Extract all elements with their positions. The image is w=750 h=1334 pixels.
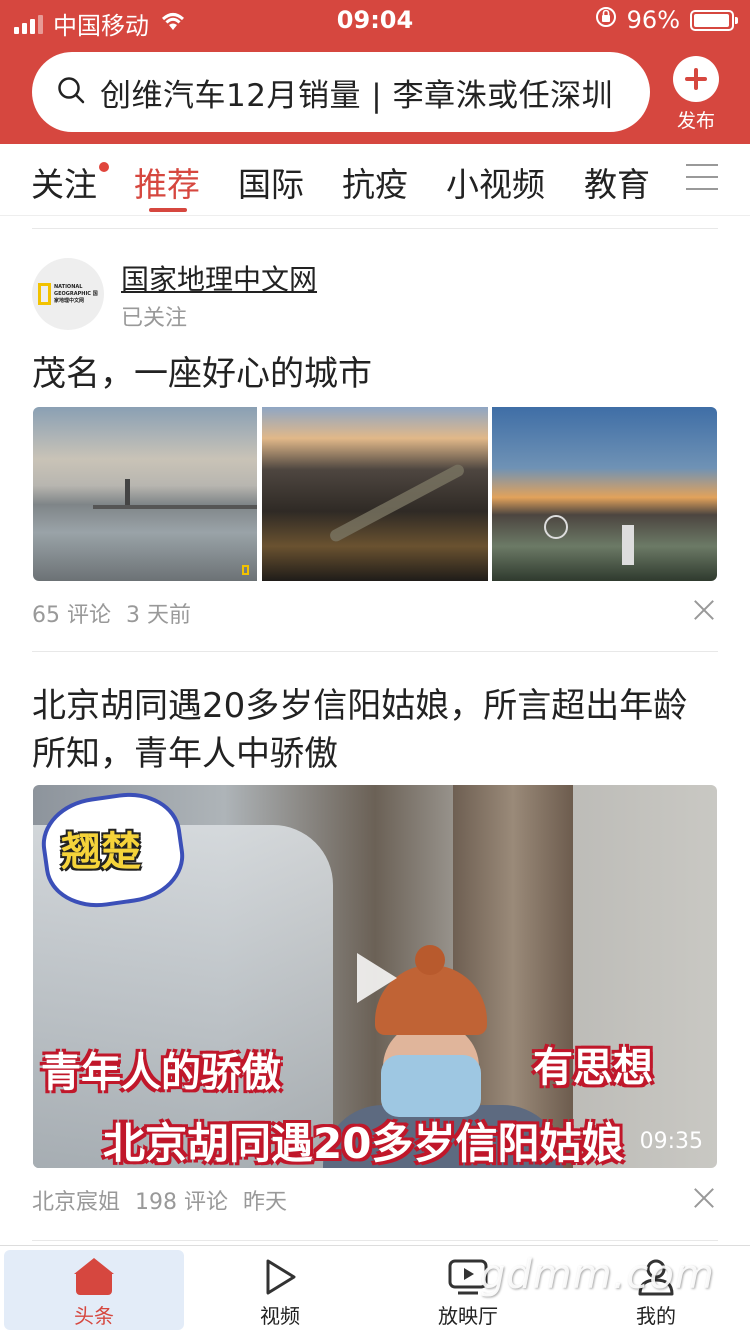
video-caption-bottom: 北京胡同遇20多岁信阳姑娘 <box>103 1119 624 1168</box>
nat-geo-watermark-icon <box>242 565 249 575</box>
tab-recommended[interactable]: 推荐 <box>134 158 200 206</box>
comment-count: 65 评论 <box>32 603 111 628</box>
image-detail <box>327 462 467 544</box>
article-title[interactable]: 茂名，一座好心的城市 <box>32 350 718 398</box>
rotation-lock-icon <box>595 6 617 34</box>
video-badge-text: 翘楚 <box>61 829 141 875</box>
video-thumbnail[interactable]: 翘楚 青年人的骄傲 有思想 北京胡同遇20多岁信阳姑娘 09:35 <box>33 785 717 1168</box>
follow-status[interactable]: 已关注 <box>121 300 187 332</box>
notification-dot <box>99 162 109 172</box>
image-detail <box>622 525 634 565</box>
tab-short-video[interactable]: 小视频 <box>446 158 545 206</box>
tab-education[interactable]: 教育 <box>584 158 650 206</box>
tab-label: 关注 <box>31 165 97 204</box>
divider <box>32 651 718 652</box>
publisher-avatar[interactable]: NATIONAL GEOGRAPHIC 国家地理中文网 <box>32 258 104 330</box>
site-watermark: gdmm.com <box>480 1252 715 1298</box>
tab-following[interactable]: 关注 <box>31 158 109 206</box>
image-detail <box>93 505 257 509</box>
tab-label: 小视频 <box>446 165 545 204</box>
play-icon <box>260 1258 300 1296</box>
publish-time: 3 天前 <box>126 603 191 628</box>
search-bar[interactable]: 创维汽车12月销量 | 李章洙或任深圳 <box>32 52 650 132</box>
nav-label: 头条 <box>74 1304 114 1328</box>
video-caption-left: 青年人的骄傲 <box>41 1050 281 1096</box>
play-icon[interactable] <box>357 953 397 1003</box>
home-icon <box>74 1258 114 1296</box>
nat-geo-logo-icon <box>38 283 51 305</box>
tab-label: 抗疫 <box>342 165 408 204</box>
video-caption-right: 有思想 <box>533 1045 653 1091</box>
active-tab-indicator <box>149 208 187 212</box>
publisher-logo-text: NATIONAL GEOGRAPHIC 国家地理中文网 <box>54 283 98 304</box>
tab-label: 教育 <box>584 165 650 204</box>
publish-button[interactable]: 发布 <box>670 56 722 133</box>
video-duration: 09:35 <box>639 1129 703 1154</box>
author-name[interactable]: 北京宸姐 <box>32 1190 120 1215</box>
divider <box>32 228 718 229</box>
article-image-bridge[interactable] <box>33 407 257 581</box>
tab-label: 国际 <box>238 165 304 204</box>
search-icon <box>56 75 86 109</box>
app-header: 中国移动 09:04 96% 创维汽车12月销量 | 李章洙或任深圳 发布 <box>0 0 750 144</box>
publish-time: 昨天 <box>243 1190 288 1215</box>
nav-headlines[interactable]: 头条 <box>4 1250 184 1330</box>
publisher-name[interactable]: 国家地理中文网 <box>121 258 317 298</box>
status-bar: 中国移动 09:04 96% <box>0 0 750 40</box>
dismiss-close-icon[interactable] <box>694 600 714 620</box>
search-hint-text: 创维汽车12月销量 | 李章洙或任深圳 <box>100 77 614 114</box>
plus-icon <box>673 56 719 102</box>
article-meta: 北京宸姐 198 评论 昨天 <box>32 1184 287 1216</box>
nav-label: 视频 <box>260 1304 300 1328</box>
battery-level-fill <box>694 13 729 27</box>
channel-tabs: 关注 推荐 国际 抗疫 小视频 教育 <box>0 144 750 216</box>
publish-label: 发布 <box>676 110 715 132</box>
article-image-sunset-city[interactable] <box>492 407 717 581</box>
tab-international[interactable]: 国际 <box>238 158 304 206</box>
nav-label: 我的 <box>636 1304 676 1328</box>
image-detail <box>544 515 568 539</box>
divider <box>32 1240 718 1241</box>
status-right: 96% <box>595 6 738 34</box>
article-meta: 65 评论 3 天前 <box>32 597 191 629</box>
tab-anti-epidemic[interactable]: 抗疫 <box>342 158 408 206</box>
battery-icon <box>690 9 738 31</box>
article-image-city-aerial[interactable] <box>262 407 488 581</box>
article-title[interactable]: 北京胡同遇20多岁信阳姑娘，所言超出年龄所知，青年人中骄傲 <box>32 682 718 778</box>
channel-menu-icon[interactable] <box>686 164 718 192</box>
battery-percent: 96% <box>626 6 680 34</box>
dismiss-close-icon[interactable] <box>694 1188 714 1208</box>
comment-count: 198 评论 <box>135 1190 229 1215</box>
nav-label: 放映厅 <box>438 1304 498 1328</box>
nav-video[interactable]: 视频 <box>190 1250 370 1330</box>
tab-label: 推荐 <box>134 165 200 204</box>
